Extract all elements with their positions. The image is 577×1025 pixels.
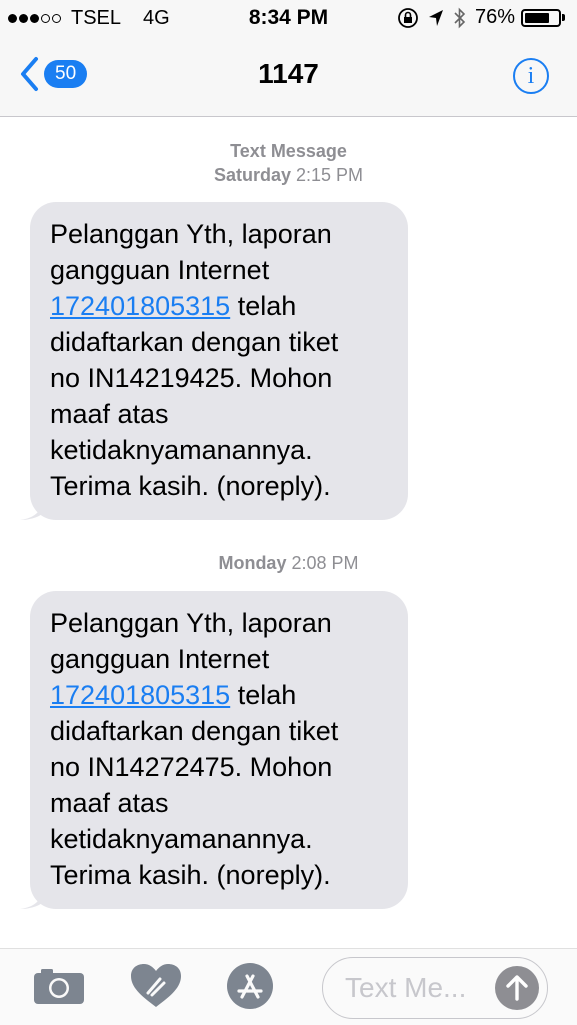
message-line: didaftarkan dengan tiket [50,327,339,357]
bluetooth-icon [454,7,466,28]
message-line: Terima kasih. (noreply). [50,860,331,890]
message-input-placeholder: Text Me... [345,972,467,1003]
status-right: 76% [397,6,565,29]
send-icon [506,975,528,1001]
message-line: Pelanggan Yth, laporan [50,219,332,249]
timestamp-1: Saturday 2:15 PM [0,165,577,186]
camera-icon[interactable] [33,965,85,1005]
phone-number-link[interactable]: 172401805315 [50,291,230,321]
message-text: telah [230,680,297,710]
bubble-tail [20,887,44,909]
message-input[interactable]: Text Me... [322,957,548,1019]
location-arrow-icon [428,9,443,26]
timestamp-time: 2:08 PM [291,553,359,573]
info-icon: i [527,63,535,89]
message-line: ketidaknyamanannya. [50,824,313,854]
message-bubble[interactable]: Pelanggan Yth, laporan gangguan Internet… [20,202,408,520]
timestamp-2: Monday 2:08 PM [0,553,577,574]
message-text: telah [230,291,297,321]
timestamp-time: 2:15 PM [296,165,364,185]
rotation-lock-icon [398,7,418,28]
message-line: gangguan Internet [50,644,270,674]
message-bubble[interactable]: Pelanggan Yth, laporan gangguan Internet… [20,591,408,909]
digital-touch-icon[interactable] [130,963,182,1009]
message-line: 172401805315 telah [50,677,388,713]
message-line: maaf atas [50,399,169,429]
app-store-icon[interactable] [226,962,274,1010]
message-line: 172401805315 telah [50,288,388,324]
message-line: Pelanggan Yth, laporan [50,608,332,638]
status-bar: TSEL 4G 8:34 PM 76% [0,0,577,38]
thread-type-label: Text Message [230,141,347,161]
battery-icon [521,8,565,27]
send-button[interactable] [495,966,539,1010]
compose-toolbar: Text Me... [0,948,577,1025]
message-line: no IN14272475. Mohon [50,752,333,782]
timestamp-day: Monday [218,553,287,573]
bubble-tail [20,498,44,520]
message-line: ketidaknyamanannya. [50,435,313,465]
message-line: Terima kasih. (noreply). [50,471,331,501]
thread-header: Text Message [0,141,577,162]
message-line: maaf atas [50,788,169,818]
phone-number-link[interactable]: 172401805315 [50,680,230,710]
conversation-title: 1147 [258,58,319,89]
timestamp-day: Saturday [213,165,291,185]
info-button[interactable]: i [513,58,549,94]
nav-bar: 50 1147 i [0,38,577,117]
message-line: no IN14219425. Mohon [50,363,333,393]
battery-percent: 76% [474,6,515,28]
message-line: didaftarkan dengan tiket [50,716,339,746]
message-line: gangguan Internet [50,255,270,285]
